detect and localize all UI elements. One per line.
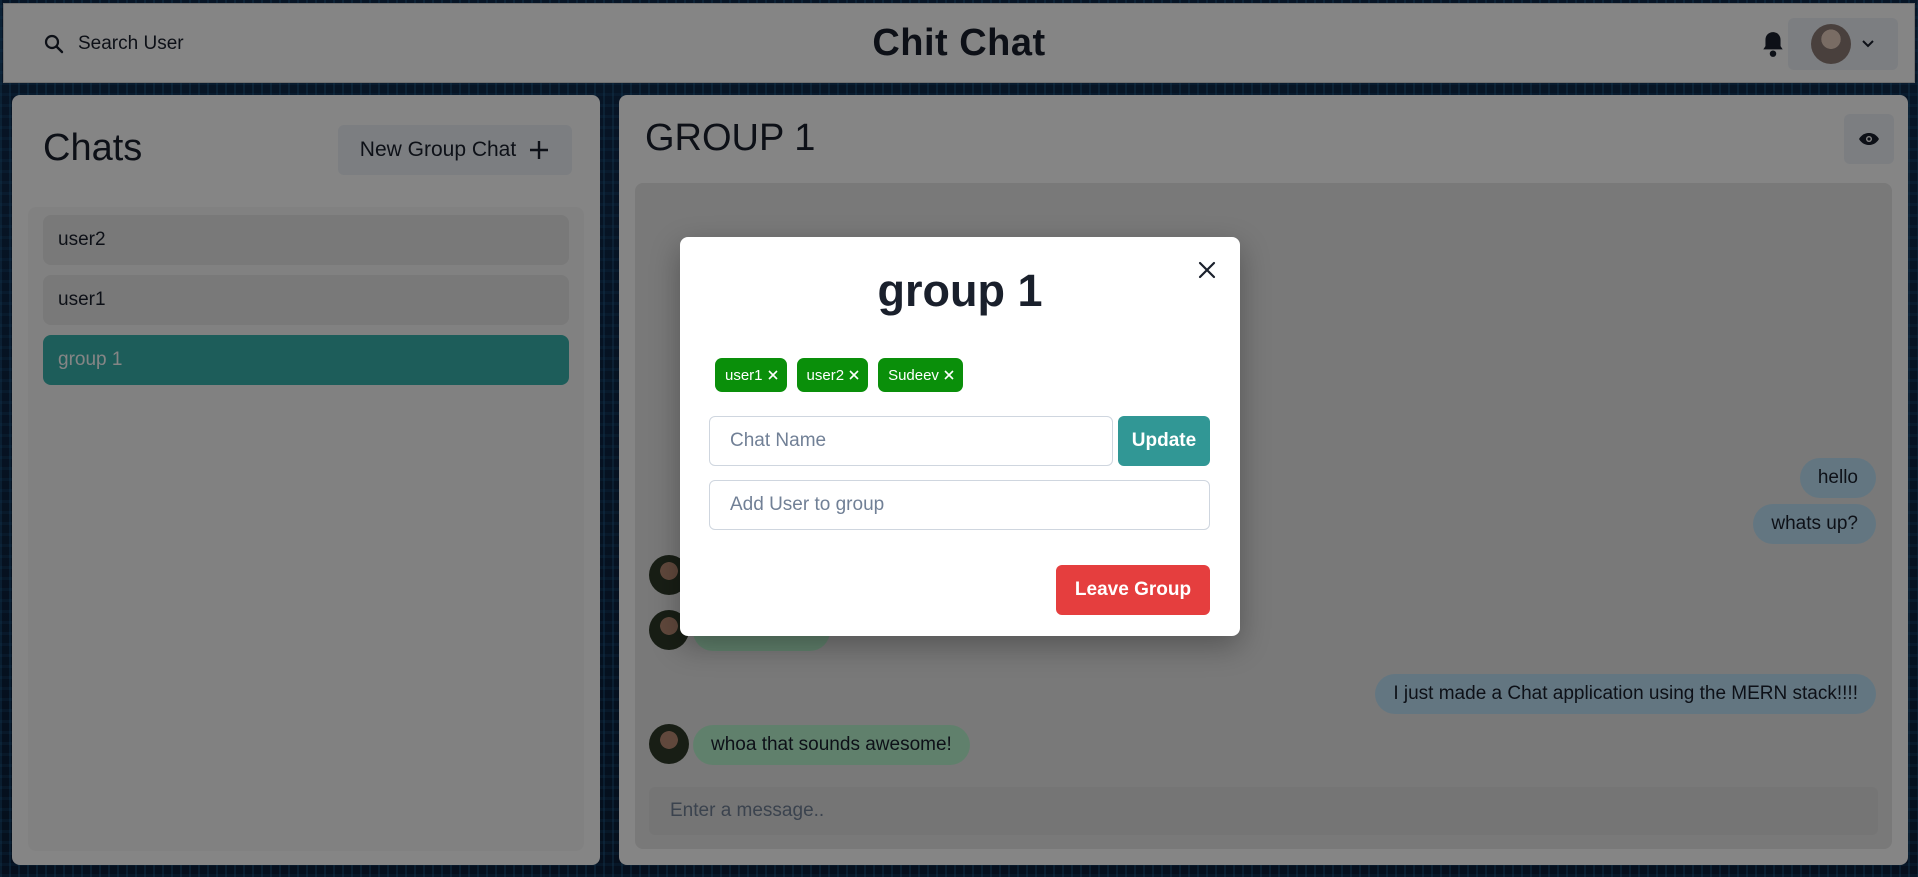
add-user-input[interactable]: Add User to group <box>709 480 1210 530</box>
chat-name-input[interactable]: Chat Name <box>709 416 1113 466</box>
group-settings-modal: group 1 user1 user2 Sudeev Chat Name Upd… <box>680 237 1240 636</box>
member-badge[interactable]: user1 <box>715 358 787 392</box>
update-button[interactable]: Update <box>1118 416 1210 466</box>
close-icon[interactable] <box>848 369 860 381</box>
close-icon[interactable] <box>767 369 779 381</box>
member-name: Sudeev <box>888 366 939 384</box>
close-button[interactable] <box>1190 253 1224 287</box>
leave-group-button[interactable]: Leave Group <box>1056 565 1210 615</box>
modal-title: group 1 <box>877 265 1043 316</box>
member-badge[interactable]: Sudeev <box>878 358 963 392</box>
close-icon <box>1198 261 1216 279</box>
member-name: user1 <box>725 366 763 384</box>
member-badge[interactable]: user2 <box>796 358 869 392</box>
member-name: user2 <box>806 366 845 384</box>
member-badges: user1 user2 Sudeev <box>715 358 963 392</box>
close-icon[interactable] <box>943 369 955 381</box>
